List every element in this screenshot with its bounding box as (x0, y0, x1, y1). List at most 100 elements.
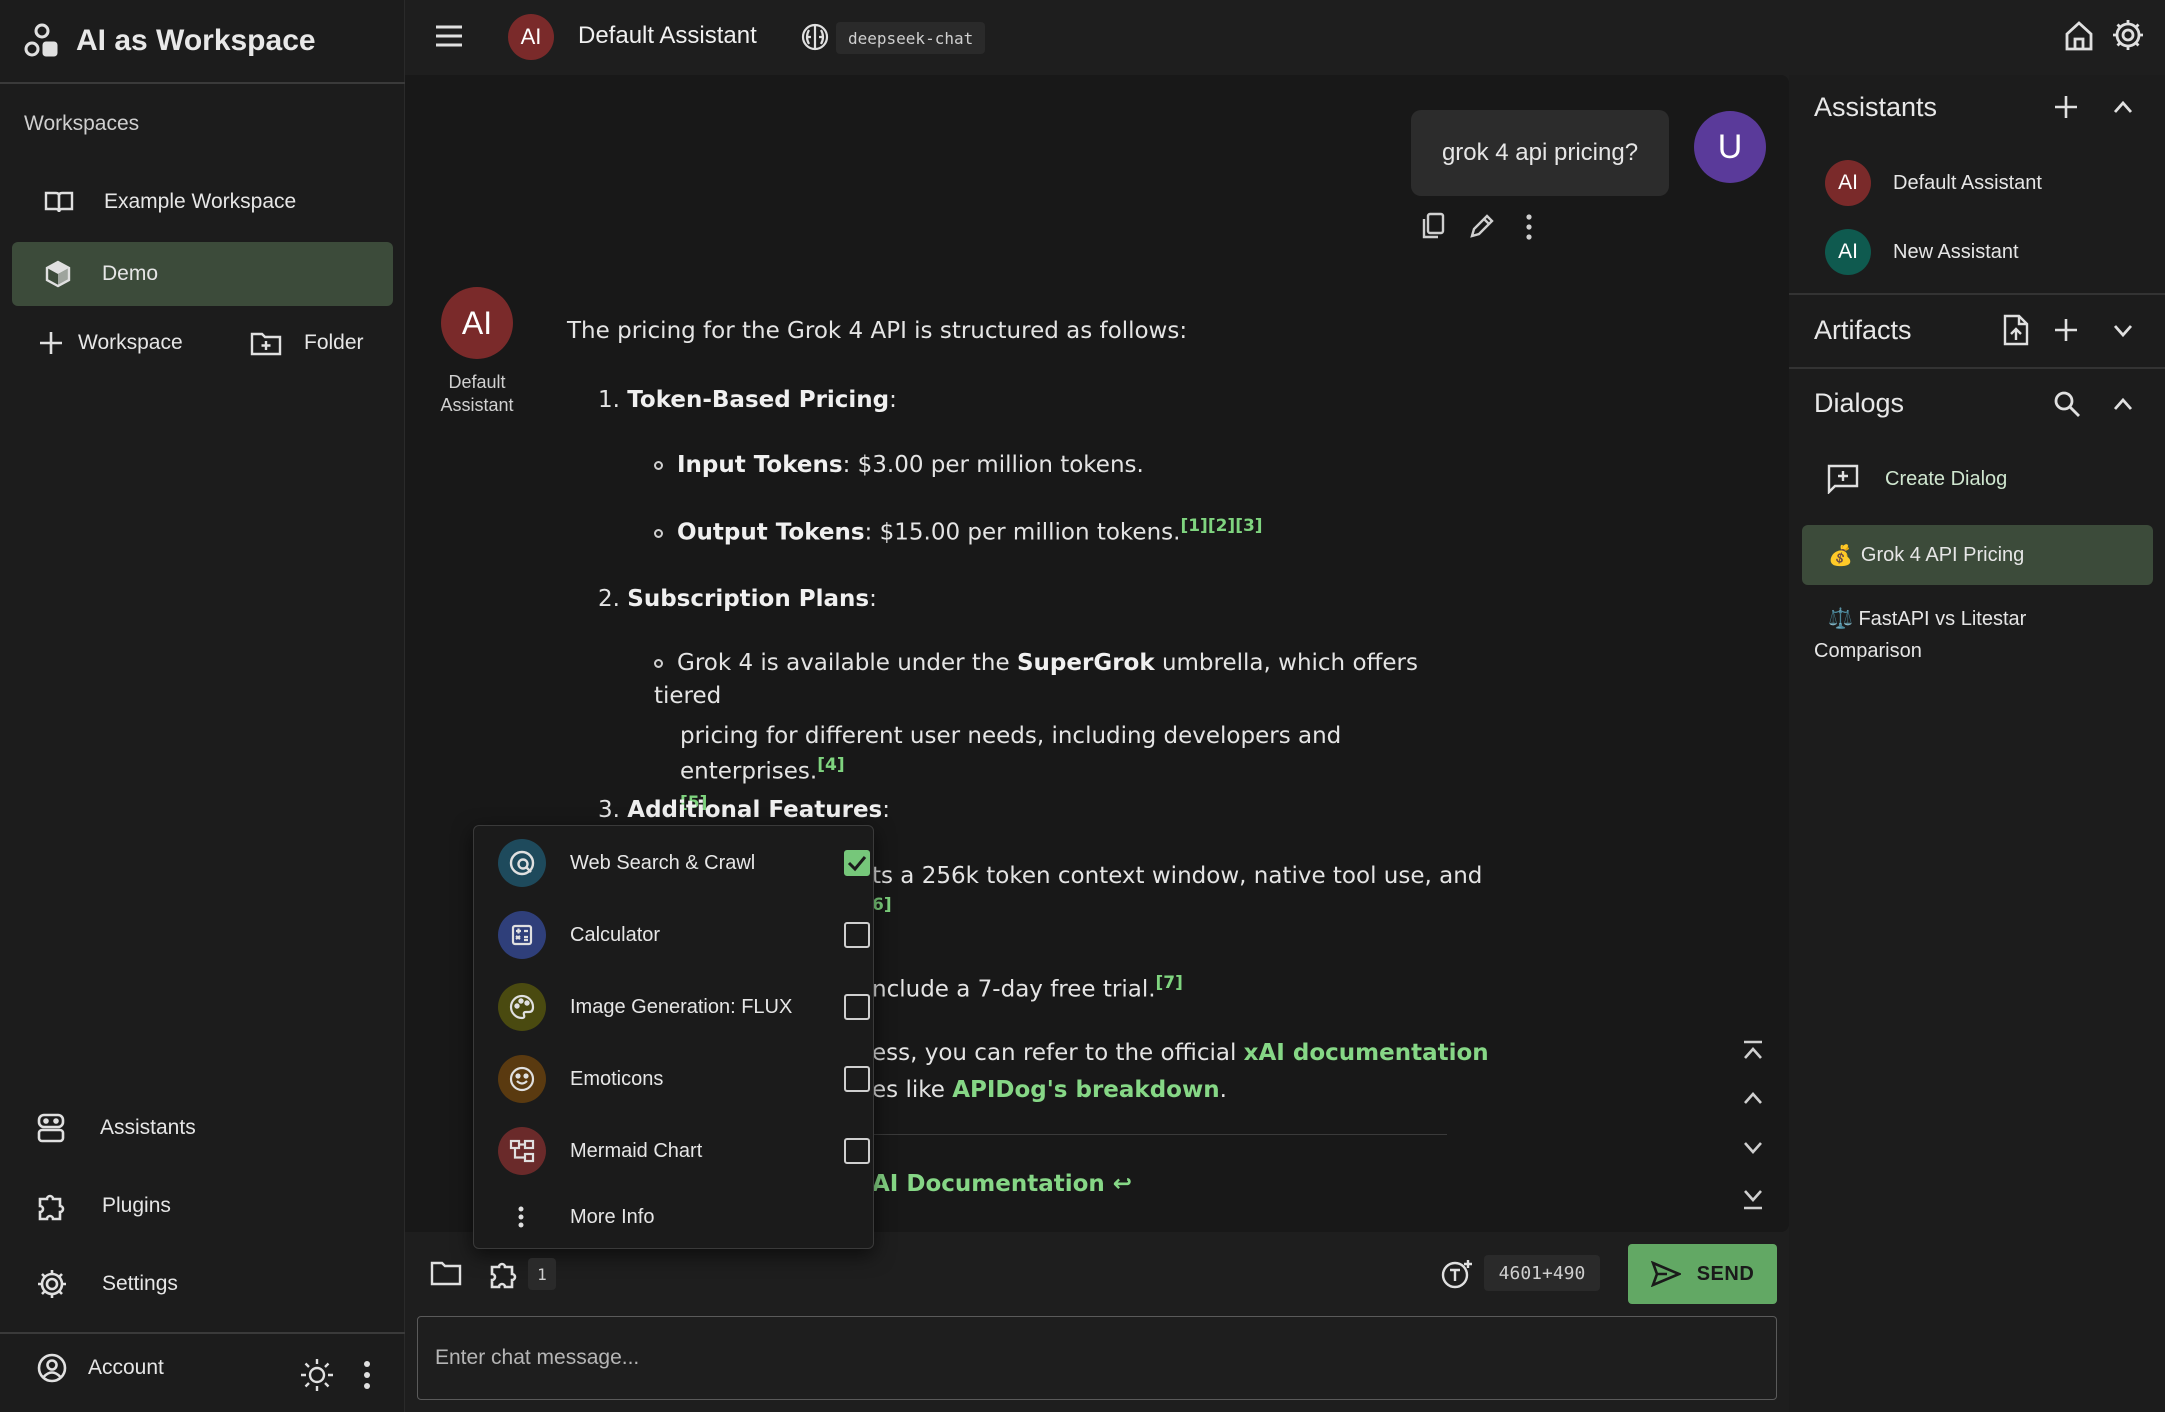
settings-gear-icon[interactable] (2111, 18, 2145, 52)
citation-link[interactable]: [4] (817, 755, 844, 775)
edit-pencil-icon[interactable] (1468, 212, 1496, 240)
add-workspace-button[interactable]: Workspace (38, 330, 183, 356)
nav-label: Settings (102, 1272, 178, 1295)
account-icon (36, 1352, 68, 1384)
menu-icon[interactable] (434, 24, 464, 48)
colon: : (869, 586, 877, 612)
bullet-label: Output Tokens (677, 519, 865, 546)
dialog-item[interactable]: ⚖️ FastAPI vs Litestar Comparison (1814, 603, 2026, 667)
assistant-item-new[interactable]: AI New Assistant (1825, 229, 2019, 275)
expand-chevron-down-icon[interactable] (2112, 323, 2134, 339)
add-workspace-label: Workspace (78, 331, 183, 354)
list-number: 3. (598, 797, 620, 823)
plugin-count-badge: 1 (528, 1258, 556, 1290)
plugins-popup: Web Search & Crawl Calculator Image Gene… (473, 825, 874, 1249)
xai-docs-link[interactable]: xAI documentation (1244, 1040, 1489, 1066)
list-number: 2. (598, 586, 620, 612)
app-title: AI as Workspace (22, 18, 316, 64)
workspace-item-demo[interactable]: Demo (12, 242, 393, 306)
scroll-bottom-icon[interactable] (1742, 1188, 1764, 1210)
citation-link[interactable]: [7] (1156, 973, 1183, 993)
create-dialog-button[interactable]: Create Dialog (1827, 464, 2007, 494)
assistant-avatar: AI (1825, 229, 1871, 275)
assistant-message-avatar: AI (441, 287, 513, 359)
add-assistant-plus-icon[interactable] (2053, 94, 2079, 120)
nav-settings[interactable]: Settings (36, 1268, 178, 1300)
plugin-item-image-generation[interactable]: Image Generation: FLUX (498, 981, 870, 1033)
send-button[interactable]: SEND (1628, 1244, 1777, 1304)
reference-span: ess, you can refer to the official (872, 1040, 1244, 1066)
features-text: ts a 256k token context window, native t… (872, 863, 1483, 889)
chat-message-input[interactable] (417, 1316, 1777, 1400)
app-logo-icon (22, 21, 62, 61)
colon: : (889, 387, 897, 413)
more-vert-icon[interactable] (363, 1360, 371, 1390)
theme-toggle-sun-icon[interactable] (299, 1357, 335, 1393)
plugin-more-info[interactable]: More Info (498, 1191, 858, 1243)
bullet-subscription: Grok 4 is available under the SuperGrok … (654, 647, 1454, 814)
token-count-badge: 4601+490 (1484, 1255, 1600, 1291)
nav-label: Assistants (100, 1116, 196, 1139)
plugin-checkbox[interactable] (844, 922, 870, 948)
more-vert-icon (518, 1206, 524, 1228)
assistants-title: Assistants (1814, 92, 1938, 122)
add-artifact-plus-icon[interactable] (2053, 317, 2079, 343)
workspace-item-example[interactable]: Example Workspace (12, 170, 393, 234)
list-title: Token-Based Pricing (627, 387, 890, 413)
plugin-checkbox[interactable] (844, 1066, 870, 1092)
folder-icon[interactable] (430, 1260, 462, 1286)
calculator-icon (498, 911, 546, 959)
assistant-avatar[interactable]: AI (508, 14, 554, 60)
response-intro: The pricing for the Grok 4 API is struct… (567, 318, 1188, 344)
plugin-item-emoticons[interactable]: Emoticons (498, 1053, 870, 1105)
nav-plugins[interactable]: Plugins (36, 1190, 171, 1222)
documentation-link[interactable]: AI Documentation ↩ (872, 1168, 1132, 1201)
add-folder-button[interactable]: Folder (250, 330, 364, 356)
home-icon[interactable] (2063, 20, 2095, 52)
workspaces-header: Workspaces (24, 112, 140, 135)
assistant-avatar: AI (1825, 160, 1871, 206)
nav-label: Plugins (102, 1194, 171, 1217)
plugin-label: Calculator (570, 923, 661, 946)
plugin-checkbox[interactable] (844, 994, 870, 1020)
collapse-chevron-up-icon[interactable] (2112, 99, 2134, 115)
dialog-item-active[interactable]: 💰 Grok 4 API Pricing (1802, 525, 2153, 585)
scroll-down-icon[interactable] (1742, 1140, 1764, 1156)
bullet-icon (654, 528, 663, 538)
reference-span: . (1219, 1077, 1227, 1103)
message-more-icon[interactable] (1525, 214, 1533, 240)
trial-text-span: nclude a 7-day free trial. (872, 976, 1156, 1003)
assistant-message-name: Default Assistant (420, 371, 534, 418)
plugin-item-mermaid-chart[interactable]: Mermaid Chart (498, 1125, 870, 1177)
plugin-checkbox[interactable] (844, 850, 870, 876)
plugin-checkbox[interactable] (844, 1138, 870, 1164)
user-message-bubble: grok 4 api pricing? (1411, 110, 1669, 196)
assistant-item-default[interactable]: AI Default Assistant (1825, 160, 2042, 206)
copy-icon[interactable] (1420, 212, 1446, 240)
collapse-chevron-up-icon[interactable] (2112, 396, 2134, 412)
assistant-name: Default Assistant (578, 22, 757, 49)
scroll-up-icon[interactable] (1742, 1090, 1764, 1106)
upload-file-icon[interactable] (2002, 314, 2030, 346)
plugins-puzzle-icon[interactable] (488, 1258, 520, 1290)
bullet-label: Input Tokens (677, 452, 843, 478)
plugin-item-calculator[interactable]: Calculator (498, 909, 870, 961)
scroll-top-icon[interactable] (1742, 1040, 1764, 1062)
nav-assistants[interactable]: Assistants (36, 1112, 196, 1144)
divider (0, 1332, 405, 1334)
search-icon[interactable] (2053, 390, 2081, 418)
model-chip[interactable]: deepseek-chat (836, 22, 986, 54)
citation-link[interactable]: 6] (872, 893, 892, 918)
app-title-text: AI as Workspace (76, 24, 316, 57)
list-title: Subscription Plans (627, 586, 870, 612)
plugin-item-web-search[interactable]: Web Search & Crawl (498, 837, 870, 889)
dialog-label-line2: Comparison (1814, 640, 1922, 662)
citation-link[interactable]: [1][2][3] (1180, 516, 1262, 536)
account-button[interactable]: Account (36, 1352, 164, 1384)
apidog-link[interactable]: APIDog's breakdown (952, 1077, 1219, 1103)
divider (0, 82, 405, 84)
workspace-label: Demo (102, 262, 159, 285)
divider (872, 1134, 1447, 1135)
brain-icon (800, 22, 830, 52)
web-search-icon (498, 839, 546, 887)
